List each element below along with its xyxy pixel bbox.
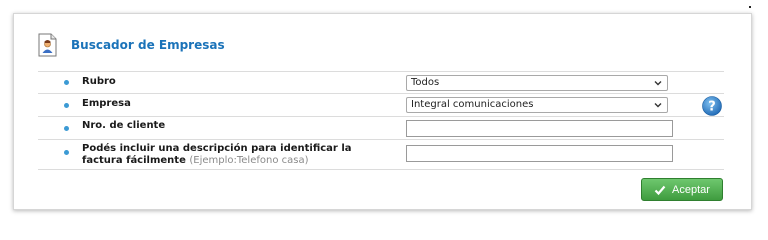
form-row-descripcion: Podés incluir una descripción para ident… xyxy=(38,140,724,170)
bullet-icon xyxy=(64,150,69,155)
page-title: Buscador de Empresas xyxy=(71,38,225,52)
form-row-cliente: Nro. de cliente xyxy=(38,117,724,140)
description-input[interactable] xyxy=(406,145,673,162)
form-row-empresa: Empresa Integral comunicaciones ? xyxy=(38,94,724,117)
accept-button-label: Aceptar xyxy=(672,183,710,196)
accept-button[interactable]: Aceptar xyxy=(641,178,723,201)
panel-header: Buscador de Empresas xyxy=(38,32,225,58)
rubro-select[interactable]: Todos xyxy=(406,75,668,91)
chevron-down-icon xyxy=(654,103,662,108)
description-hint: (Ejemplo:Telefono casa) xyxy=(189,155,309,166)
form-row-rubro: Rubro Todos xyxy=(38,72,724,94)
help-icon[interactable]: ? xyxy=(702,96,722,116)
rubro-label: Rubro xyxy=(82,76,116,87)
search-form: Rubro Todos Empresa Integral comunicacio… xyxy=(38,71,724,170)
empresa-label: Empresa xyxy=(82,98,131,109)
svg-text:?: ? xyxy=(708,100,716,115)
document-user-icon xyxy=(38,33,57,57)
client-number-input[interactable] xyxy=(406,120,673,137)
check-icon xyxy=(654,185,666,195)
empresa-select-value: Integral comunicaciones xyxy=(411,99,534,110)
chevron-down-icon xyxy=(654,81,662,86)
cliente-label: Nro. de cliente xyxy=(82,120,166,131)
bullet-icon xyxy=(64,126,69,131)
empresa-select[interactable]: Integral comunicaciones xyxy=(406,97,668,113)
description-label-line1: Podés incluir una descripción para ident… xyxy=(82,143,352,154)
rubro-select-value: Todos xyxy=(411,77,440,88)
stray-dot xyxy=(749,6,751,8)
bullet-icon xyxy=(64,80,69,85)
description-label: Podés incluir una descripción para ident… xyxy=(82,143,352,167)
bullet-icon xyxy=(64,103,69,108)
company-search-panel: Buscador de Empresas Rubro Todos Empresa… xyxy=(13,13,752,210)
description-label-line2: factura fácilmente xyxy=(82,155,186,166)
